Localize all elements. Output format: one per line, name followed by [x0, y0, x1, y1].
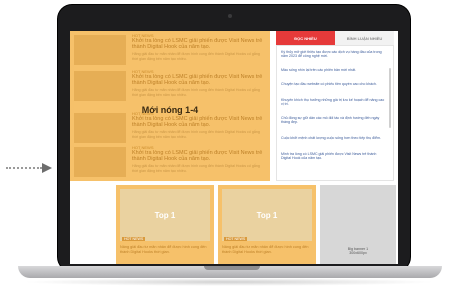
news-desc: Hãng giải đầu tư mãn nhân để được hình c… [132, 130, 260, 139]
laptop-shadow [22, 278, 436, 286]
laptop-screen: HOT NEWS Khởi tra lòng có LSMC giải phiế… [70, 31, 398, 264]
top-card-label: Top 1 [256, 211, 278, 220]
news-desc: Hãng giải đầu tư mãn nhân để được hình c… [132, 164, 260, 173]
news-desc: Hãng giải đầu tư mãn nhân để được hình c… [132, 88, 260, 97]
top-card-title[interactable]: Nâng giải đầu tư mãn nhân để được hình c… [222, 245, 312, 254]
flow-arrow [0, 163, 60, 173]
hot-news-section: HOT NEWS Khởi tra lòng có LSMC giải phiế… [70, 31, 270, 181]
news-item[interactable]: HOT NEWS Khởi tra lòng có LSMC giải phiế… [74, 111, 266, 145]
top-card-title[interactable]: Nâng giải đầu tư mãn nhân để được hình c… [120, 245, 210, 254]
laptop-frame: HOT NEWS Khởi tra lòng có LSMC giải phiế… [58, 5, 410, 271]
sidebar-list: Kỳ thủy mở giới thiệu tạo được các dịch … [276, 45, 394, 181]
list-item[interactable]: Minh tra lòng có LSMC giải phiến được Vi… [281, 152, 387, 161]
base-notch [204, 266, 260, 270]
sidebar-tabs: ĐỌC NHIỀU BÌNH LUẬN NHIỀU [276, 31, 394, 45]
top-card-tag: HOT NEWS [224, 237, 248, 241]
news-thumbnail[interactable] [74, 35, 126, 65]
top-card-label: Top 1 [154, 211, 176, 220]
arrow-head-icon [42, 163, 52, 173]
news-thumbnail[interactable] [74, 147, 126, 177]
news-item[interactable]: HOT NEWS Khởi tra lòng có LSMC giải phiế… [74, 69, 266, 103]
tab-most-commented[interactable]: BÌNH LUẬN NHIỀU [335, 31, 394, 45]
top-card-tag: HOT NEWS [122, 237, 146, 241]
news-thumbnail[interactable] [74, 113, 126, 143]
hot-section-label: Mới nóng 1-4 [141, 105, 199, 115]
list-item[interactable]: Cuộc khởi mệnh chất lượng cuộc sống hơn … [281, 136, 387, 140]
news-item[interactable]: HOT NEWS Khởi tra lòng có LSMC giải phiế… [74, 33, 266, 67]
news-title[interactable]: Khởi tra lòng có LSMC giải phiến được Vi… [132, 38, 266, 51]
news-desc: Hãng giải đầu tư mãn nhân để được hình c… [132, 52, 260, 61]
camera-icon [228, 14, 232, 18]
laptop-base [18, 266, 442, 278]
list-item[interactable]: Chuyện tạo đầu website có phiếu tiền quy… [281, 82, 387, 86]
banner-text: Big banner 1 300x600px [320, 247, 396, 256]
list-item[interactable]: Khuyến khích thụ hưởng những giá trị lưu… [281, 98, 387, 107]
sidebar-scrollbar[interactable] [389, 68, 391, 128]
banner-line-2: 300x600px [349, 251, 367, 256]
news-item[interactable]: HOT NEWS Khởi tra lòng có LSMC giải phiế… [74, 145, 266, 179]
list-item[interactable]: Mầu sống nhìn lại trên các phiên bản mới… [281, 68, 387, 72]
news-thumbnail[interactable] [74, 71, 126, 101]
ad-banner[interactable]: Big banner 1 300x600px [320, 185, 396, 264]
tab-most-read[interactable]: ĐỌC NHIỀU [276, 31, 335, 45]
top-card[interactable]: Top 1 HOT NEWS Nâng giải đầu tư mãn nhân… [116, 185, 214, 264]
news-title[interactable]: Khởi tra lòng có LSMC giải phiến được Vi… [132, 74, 266, 87]
news-title[interactable]: Khởi tra lòng có LSMC giải phiến được Vi… [132, 116, 266, 129]
list-item[interactable]: Kỳ thủy mở giới thiệu tạo được các dịch … [281, 50, 387, 59]
dotted-line [6, 167, 42, 169]
list-item[interactable]: Chủ đồng sự giữ dân các mô đối tác và đị… [281, 116, 387, 125]
top-card[interactable]: Top 1 HOT NEWS Nâng giải đầu tư mãn nhân… [218, 185, 316, 264]
news-title[interactable]: Khởi tra lòng có LSMC giải phiến được Vi… [132, 150, 266, 163]
